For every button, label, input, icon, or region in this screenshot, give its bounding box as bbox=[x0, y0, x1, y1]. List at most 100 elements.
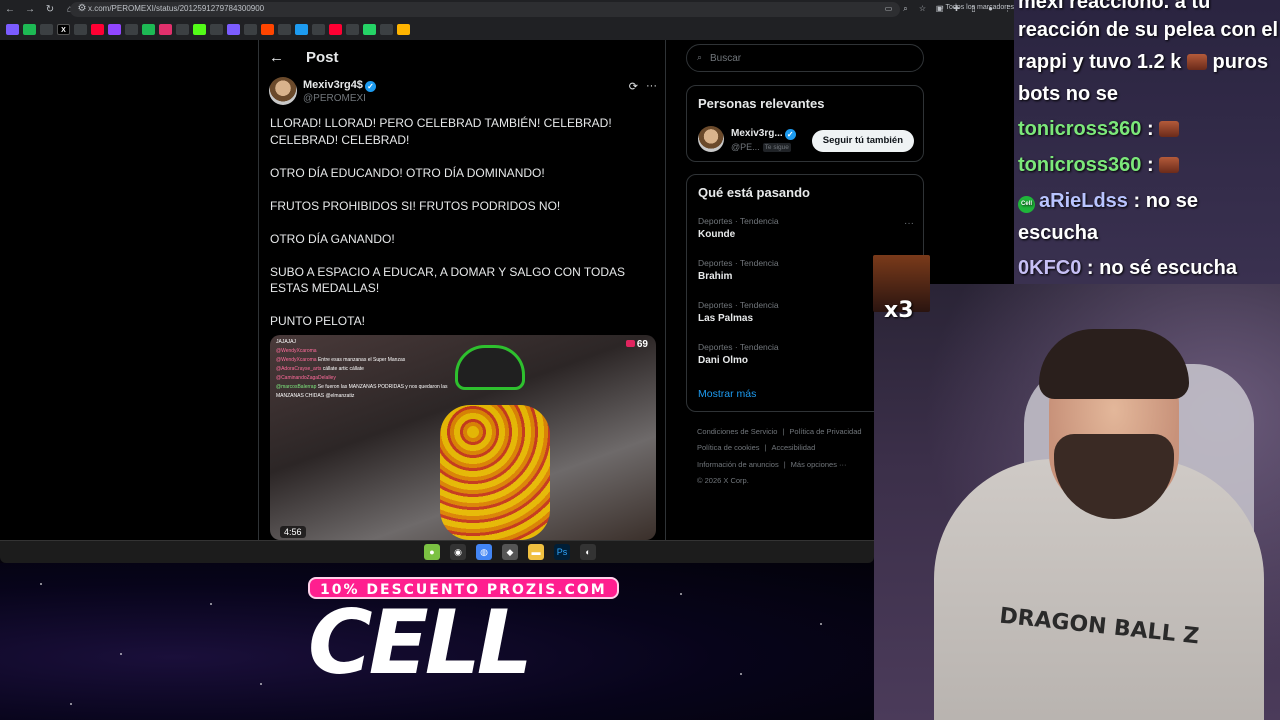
chrome-icon[interactable]: ◍ bbox=[476, 544, 492, 560]
star bbox=[680, 593, 682, 595]
trend-item[interactable]: Deportes · Tendencia Kounde ··· bbox=[698, 216, 914, 246]
app-icon[interactable]: ◆ bbox=[502, 544, 518, 560]
card-title: Qué está pasando bbox=[698, 185, 810, 200]
bookmark-icon[interactable] bbox=[329, 24, 342, 35]
photoshop-icon[interactable]: Ps bbox=[554, 544, 570, 560]
chat-username[interactable]: tonicross360 bbox=[1018, 154, 1141, 176]
post-paragraph: SUBO A ESPACIO A EDUCAR, A DOMAR Y SALGO… bbox=[270, 264, 626, 296]
chat-line: tonicross360 : bbox=[1018, 113, 1180, 145]
headset-icon bbox=[455, 345, 525, 390]
post-paragraph: PUNTO PELOTA! bbox=[270, 314, 365, 328]
avatar[interactable] bbox=[698, 126, 724, 152]
bookmark-icon[interactable] bbox=[397, 24, 410, 35]
bookmark-icon[interactable] bbox=[227, 24, 240, 35]
bookmark-icon[interactable] bbox=[176, 24, 189, 35]
card-title: Personas relevantes bbox=[698, 96, 825, 111]
obs-icon[interactable]: ◉ bbox=[450, 544, 466, 560]
stream-chat: mexi reacciono. a tu reacción de su pele… bbox=[1014, 0, 1280, 284]
relevant-user-name[interactable]: Mexiv3rg... ✓ bbox=[731, 128, 796, 140]
post-video[interactable]: JAJAJAJ @WendyXcaroma @WendyXcaroma Entr… bbox=[270, 335, 656, 540]
bookmark-icon[interactable] bbox=[380, 24, 393, 35]
youtube-bookmark-icon[interactable] bbox=[91, 24, 104, 35]
video-chat-line: @CaminandoZagaDelalley bbox=[276, 374, 448, 383]
avatar[interactable] bbox=[269, 77, 297, 105]
post-text: LLORAD! LLORAD! PERO CELEBRAD TAMBIÉN! C… bbox=[270, 115, 656, 346]
bookmark-star-icon[interactable]: ☆ bbox=[916, 2, 929, 15]
footer-link[interactable]: Información de anuncios bbox=[697, 460, 779, 469]
video-chat-text: MANZANAS CHIDAS @elmanzatiz bbox=[276, 393, 355, 399]
kick-bookmark-icon[interactable] bbox=[193, 24, 206, 35]
app-icon[interactable]: ● bbox=[424, 544, 440, 560]
bookmark-icon[interactable] bbox=[74, 24, 87, 35]
bookmark-icon[interactable] bbox=[23, 24, 36, 35]
chat-username[interactable]: aRieLdss bbox=[1039, 190, 1128, 212]
search-input[interactable]: ⌕ Buscar bbox=[686, 44, 924, 72]
footer-links: Condiciones de Servicio | Política de Priv… bbox=[697, 424, 887, 490]
grok-icon[interactable]: ⟳ bbox=[629, 80, 638, 93]
bookmark-icon[interactable] bbox=[6, 24, 19, 35]
bookmark-icon[interactable] bbox=[278, 24, 291, 35]
footer-link[interactable]: Política de Privacidad bbox=[789, 427, 861, 436]
chat-username[interactable]: tonicross360 bbox=[1018, 118, 1141, 140]
star bbox=[70, 703, 72, 705]
forward-nav-icon[interactable]: → bbox=[20, 4, 40, 15]
video-chat-text: Entre esas manzanas el Super Manzas bbox=[317, 357, 406, 363]
chat-text: escucha bbox=[1018, 222, 1099, 244]
subscriber-badge: Cell bbox=[1018, 196, 1035, 213]
bookmark-icon[interactable] bbox=[40, 24, 53, 35]
viewer-count: 69 bbox=[625, 339, 648, 350]
bookmark-icon[interactable] bbox=[363, 24, 376, 35]
author-handle[interactable]: @PEROMEXI bbox=[303, 93, 366, 104]
follow-back-button[interactable]: Seguir tú también bbox=[811, 130, 914, 152]
bookmark-icon[interactable] bbox=[210, 24, 223, 35]
brand-logo: CELL bbox=[308, 591, 533, 694]
author-name[interactable]: Mexiv3rg4$ ✓ bbox=[303, 79, 376, 92]
zoom-icon[interactable]: ⌕ bbox=[899, 2, 912, 15]
x-bookmark-icon[interactable]: X bbox=[57, 24, 70, 35]
footer-link[interactable]: Más opciones ··· bbox=[791, 460, 847, 469]
back-arrow-icon[interactable]: ← bbox=[269, 49, 284, 66]
video-chat-line: @WendyXcaroma bbox=[276, 347, 448, 356]
footer-link[interactable]: Condiciones de Servicio bbox=[697, 427, 777, 436]
folder-icon[interactable]: ▬ bbox=[528, 544, 544, 560]
verified-icon: ✓ bbox=[364, 81, 376, 92]
bookmark-icon[interactable] bbox=[142, 24, 155, 35]
bookmarks-bar: X bbox=[0, 21, 1014, 38]
post-paragraph: FRUTOS PROHIBIDOS SI! FRUTOS PODRIDOS NO… bbox=[270, 198, 561, 213]
post-paragraph: OTRO DÍA EDUCANDO! OTRO DÍA DOMINANDO! bbox=[270, 165, 545, 180]
bookmark-icon[interactable] bbox=[295, 24, 308, 35]
video-chat-overlay: JAJAJAJ @WendyXcaroma @WendyXcaroma Entr… bbox=[276, 338, 448, 401]
trend-name: Kounde bbox=[698, 229, 736, 240]
chat-text: : no sé escucha bbox=[1086, 257, 1237, 279]
chat-text: : bbox=[1146, 154, 1154, 176]
bookmark-icon[interactable] bbox=[312, 24, 325, 35]
video-chat-text: cállate artic cállate bbox=[322, 366, 364, 372]
chat-username[interactable]: 0KFC0 bbox=[1018, 257, 1081, 279]
twitch-bookmark-icon[interactable] bbox=[108, 24, 121, 35]
cast-icon[interactable]: ▭ bbox=[882, 2, 895, 15]
bookmark-icon[interactable] bbox=[244, 24, 257, 35]
post-author: Mexiv3rg4$ ✓ @PEROMEXI ⟳ ··· bbox=[269, 77, 659, 107]
url-text[interactable]: x.com/PEROMEXI/status/201259127978430090… bbox=[88, 4, 264, 13]
footer-link[interactable]: Accesibilidad bbox=[772, 443, 816, 452]
bookmark-icon[interactable] bbox=[346, 24, 359, 35]
instagram-bookmark-icon[interactable] bbox=[159, 24, 172, 35]
all-bookmarks-folder[interactable]: ▭ Todos los marcadores bbox=[937, 3, 1014, 11]
more-options-icon[interactable]: ··· bbox=[904, 218, 914, 229]
author-name-text: Mexiv3rg4$ bbox=[303, 79, 363, 91]
chat-line: reacción de su pelea con el bbox=[1018, 14, 1278, 46]
page-title: Post bbox=[306, 49, 339, 66]
chat-text: mexi reacciono. a tu bbox=[1018, 0, 1211, 13]
relevant-user-handle: @PE... Te sigue bbox=[731, 142, 791, 152]
bookmark-icon[interactable] bbox=[261, 24, 274, 35]
app-icon[interactable]: ◐ bbox=[580, 544, 596, 560]
video-duration: 4:56 bbox=[280, 526, 306, 538]
show-more-link[interactable]: Mostrar más bbox=[698, 388, 756, 400]
back-nav-icon[interactable]: ← bbox=[0, 4, 20, 15]
post-actions: ⟳ ··· bbox=[629, 80, 657, 93]
relevant-user[interactable]: Mexiv3rg... ✓ @PE... Te sigue Seguir tú ta… bbox=[698, 126, 914, 156]
reload-icon[interactable]: ↻ bbox=[40, 4, 60, 15]
more-options-icon[interactable]: ··· bbox=[646, 80, 657, 93]
footer-link[interactable]: Política de cookies bbox=[697, 443, 760, 452]
bookmark-icon[interactable] bbox=[125, 24, 138, 35]
